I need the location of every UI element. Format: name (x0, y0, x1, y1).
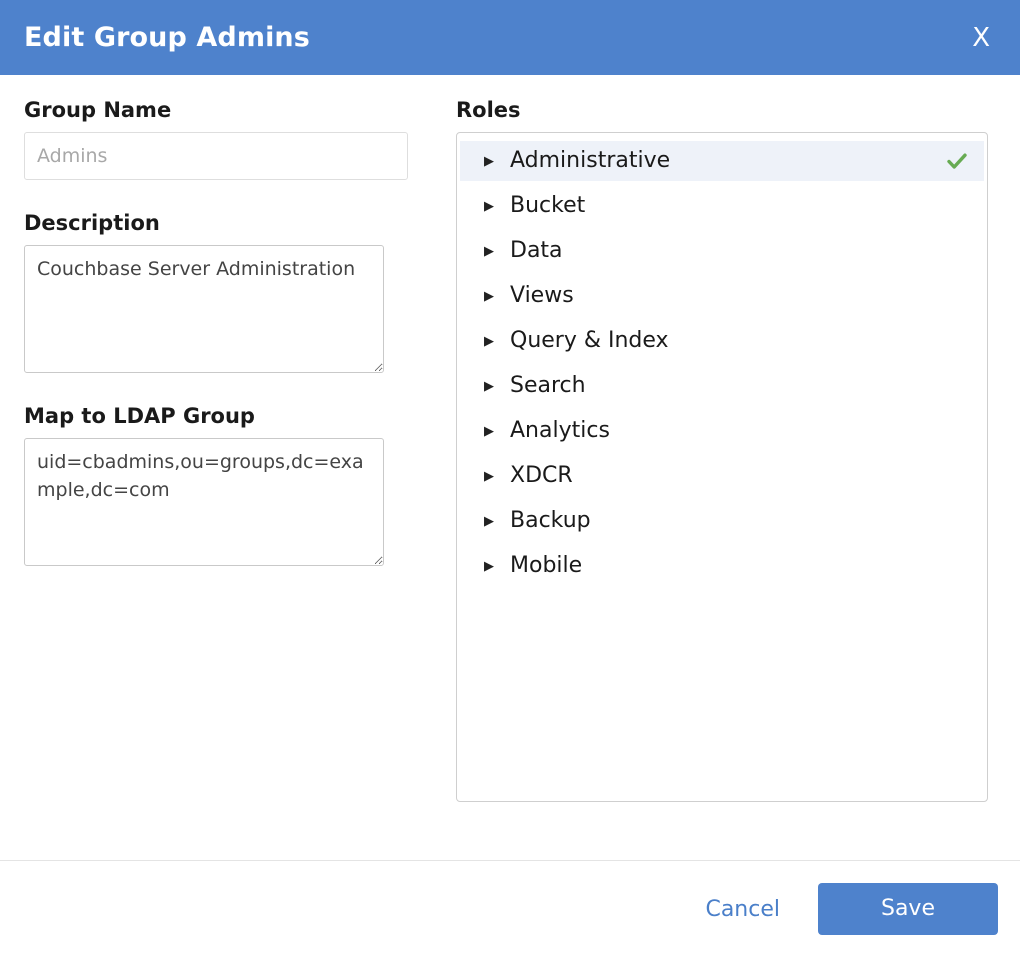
check-icon (946, 465, 968, 487)
role-label: Search (510, 375, 946, 397)
description-textarea[interactable]: Couchbase Server Administration (24, 245, 384, 373)
role-row[interactable]: ▶ Administrative (460, 141, 984, 181)
ldap-group-label: Map to LDAP Group (24, 405, 404, 428)
close-icon[interactable]: X (964, 21, 998, 55)
check-icon (946, 240, 968, 262)
role-row[interactable]: ▶ Backup (460, 501, 984, 541)
role-label: Mobile (510, 555, 946, 577)
role-label: XDCR (510, 465, 946, 487)
caret-right-icon[interactable]: ▶ (484, 290, 494, 303)
role-label: Data (510, 240, 946, 262)
caret-right-icon[interactable]: ▶ (484, 245, 494, 258)
role-label: Administrative (510, 150, 946, 172)
dialog-body: Group Name Description Couchbase Server … (0, 75, 1020, 860)
caret-right-icon[interactable]: ▶ (484, 560, 494, 573)
role-row[interactable]: ▶ XDCR (460, 456, 984, 496)
save-button[interactable]: Save (818, 883, 998, 935)
role-row[interactable]: ▶ Query & Index (460, 321, 984, 361)
description-label: Description (24, 212, 404, 235)
roles-column: Roles ▶Administrative▶Bucket▶Data▶Views▶… (456, 99, 988, 860)
caret-right-icon[interactable]: ▶ (484, 380, 494, 393)
check-icon (946, 285, 968, 307)
roles-label: Roles (456, 99, 988, 122)
check-icon (946, 375, 968, 397)
check-icon (946, 420, 968, 442)
caret-right-icon[interactable]: ▶ (484, 425, 494, 438)
role-label: Analytics (510, 420, 946, 442)
caret-right-icon[interactable]: ▶ (484, 200, 494, 213)
role-row[interactable]: ▶ Analytics (460, 411, 984, 451)
check-icon (946, 510, 968, 532)
cancel-button[interactable]: Cancel (705, 897, 780, 922)
form-column: Group Name Description Couchbase Server … (24, 99, 404, 860)
edit-group-dialog: Edit Group Admins X Group Name Descripti… (0, 0, 1020, 957)
dialog-footer: Cancel Save (0, 860, 1020, 957)
role-label: Views (510, 285, 946, 307)
caret-right-icon[interactable]: ▶ (484, 155, 494, 168)
caret-right-icon[interactable]: ▶ (484, 335, 494, 348)
role-row[interactable]: ▶ Mobile (460, 546, 984, 586)
check-icon (946, 195, 968, 217)
role-label: Bucket (510, 195, 946, 217)
page-title: Edit Group Admins (24, 24, 310, 51)
caret-right-icon[interactable]: ▶ (484, 515, 494, 528)
caret-right-icon[interactable]: ▶ (484, 470, 494, 483)
check-icon (946, 555, 968, 577)
role-label: Backup (510, 510, 946, 532)
role-row[interactable]: ▶ Search (460, 366, 984, 406)
roles-panel: ▶ Administrative ▶ Bucket ▶ Data ▶ Views ▶ Query … (456, 132, 988, 802)
check-icon (946, 330, 968, 352)
ldap-group-textarea[interactable]: uid=cbadmins,ou=groups,dc=example,dc=com (24, 438, 384, 566)
role-label: Query & Index (510, 330, 946, 352)
group-name-label: Group Name (24, 99, 404, 122)
group-name-input[interactable] (24, 132, 408, 180)
role-row[interactable]: ▶ Data (460, 231, 984, 271)
dialog-header: Edit Group Admins X (0, 0, 1020, 75)
role-row[interactable]: ▶ Views (460, 276, 984, 316)
check-icon (946, 150, 968, 172)
role-row[interactable]: ▶ Bucket (460, 186, 984, 226)
